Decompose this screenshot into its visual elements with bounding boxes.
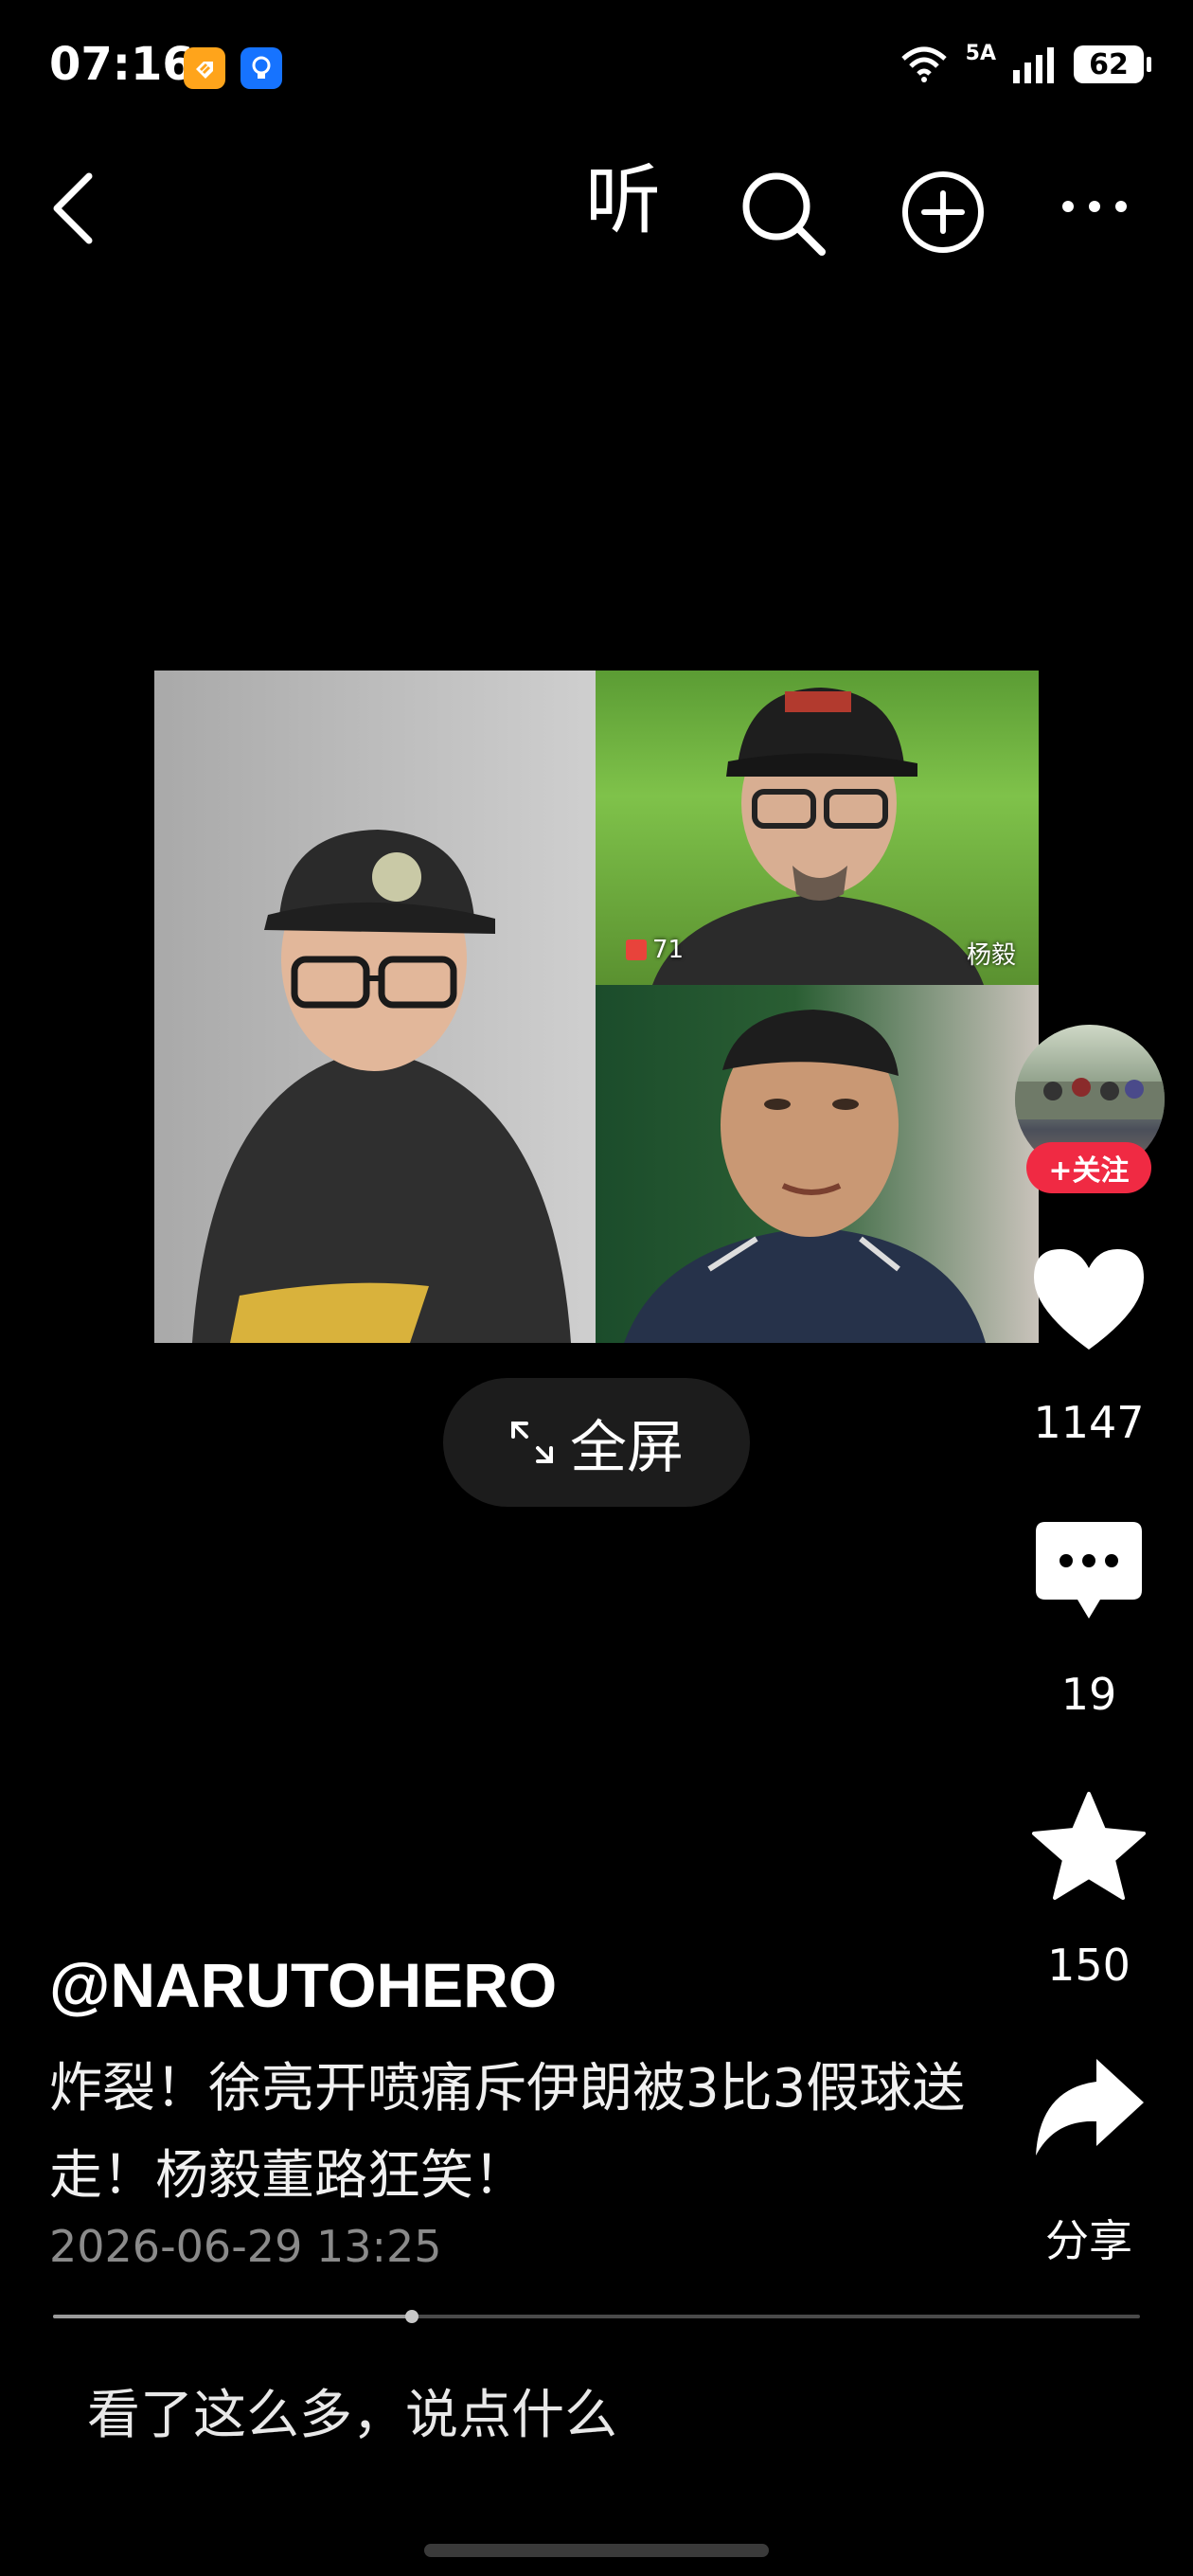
author-handle[interactable]: @NARUTOHERO [49,1949,557,2021]
host-left-figure [192,830,571,1343]
favorite-count: 150 [1047,1940,1131,1991]
post-caption: 炸裂！徐亮开喷痛斥伊朗被3比3假球送走！杨毅董路狂笑！ [49,2058,966,2207]
search-icon[interactable] [739,169,829,263]
app-notification-icon [184,47,225,89]
share-label: 分享 [1045,2215,1132,2266]
lightbulb-notification-icon [240,47,282,89]
home-indicator[interactable] [424,2544,769,2557]
fullscreen-button[interactable]: 全屏 [443,1378,750,1507]
back-icon[interactable] [47,170,104,250]
video-pane-bottom-right [596,985,1039,1343]
gift-count-top-right: 71 [626,936,684,964]
post-timestamp: 2026-06-29 13:25 [49,2221,442,2272]
like-count: 1147 [1033,1397,1145,1448]
fullscreen-label: 全屏 [570,1414,684,1481]
more-options-icon[interactable] [1060,199,1129,218]
gift-icon [626,939,647,960]
share-icon[interactable] [1030,2055,1148,2159]
listen-button[interactable]: 听 [585,163,661,239]
comment-input[interactable]: 看了这么多，说点什么 [87,2372,617,2449]
host-bottom-right-figure [624,1010,986,1343]
network-type-label: 5A [965,41,996,65]
signal-icon [1013,47,1054,83]
video-pane-left [154,671,596,1343]
video-player[interactable]: 71 杨毅 [154,671,1039,1343]
follow-button[interactable]: +关注 [1026,1142,1151,1193]
comment-icon[interactable] [1030,1518,1148,1622]
video-progress-thumb[interactable] [404,2310,418,2323]
video-pane-top-right: 71 杨毅 [596,671,1039,985]
expand-icon [511,1422,553,1463]
host-name-label: 杨毅 [966,941,1016,970]
gift-count-value: 71 [652,936,685,964]
add-icon[interactable] [899,169,987,259]
favorite-star-icon[interactable] [1030,1790,1148,1902]
battery-indicator: 62 [1074,45,1151,83]
status-indicators: 5A 62 [899,41,1151,83]
comment-count: 19 [1060,1669,1117,1720]
like-icon[interactable] [1030,1245,1148,1353]
video-progress-fill [53,2315,412,2318]
status-time: 07:16 [49,38,194,91]
wifi-icon [900,46,947,82]
